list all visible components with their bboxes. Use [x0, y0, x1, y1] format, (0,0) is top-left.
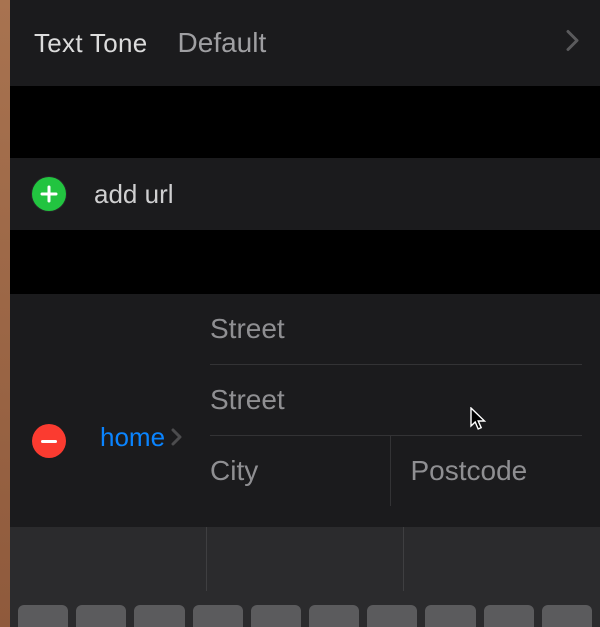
street2-field[interactable]: Street [210, 365, 582, 436]
street1-placeholder: Street [210, 313, 285, 345]
keyboard-key[interactable] [425, 605, 475, 627]
candidate-bar[interactable] [10, 527, 600, 591]
text-tone-label: Text Tone [34, 28, 148, 59]
keyboard-key[interactable] [251, 605, 301, 627]
keyboard-key[interactable] [193, 605, 243, 627]
keyboard-key[interactable] [542, 605, 592, 627]
chevron-right-icon [171, 422, 183, 453]
keyboard-area [10, 527, 600, 627]
keyboard-key[interactable] [18, 605, 68, 627]
keyboard-keys[interactable] [18, 605, 592, 627]
add-url-row[interactable]: add url [10, 158, 600, 230]
city-field[interactable]: City [210, 436, 391, 506]
street2-placeholder: Street [210, 384, 285, 416]
postcode-field[interactable]: Postcode [391, 436, 583, 506]
address-type-label: home [100, 422, 165, 453]
candidate-segment[interactable] [207, 527, 404, 591]
text-tone-value: Default [178, 27, 267, 59]
postcode-placeholder: Postcode [411, 455, 528, 487]
add-url-label: add url [94, 179, 174, 210]
keyboard-key[interactable] [484, 605, 534, 627]
street1-field[interactable]: Street [210, 294, 582, 365]
remove-icon[interactable] [32, 424, 66, 458]
keyboard-key[interactable] [309, 605, 359, 627]
keyboard-key[interactable] [134, 605, 184, 627]
chevron-right-icon [566, 28, 580, 59]
address-type-button[interactable]: home [100, 422, 183, 453]
add-icon[interactable] [32, 177, 66, 211]
keyboard-key[interactable] [367, 605, 417, 627]
city-placeholder: City [210, 455, 258, 487]
candidate-segment[interactable] [404, 527, 600, 591]
keyboard-key[interactable] [76, 605, 126, 627]
candidate-segment[interactable] [10, 527, 207, 591]
text-tone-row[interactable]: Text Tone Default [10, 0, 600, 86]
